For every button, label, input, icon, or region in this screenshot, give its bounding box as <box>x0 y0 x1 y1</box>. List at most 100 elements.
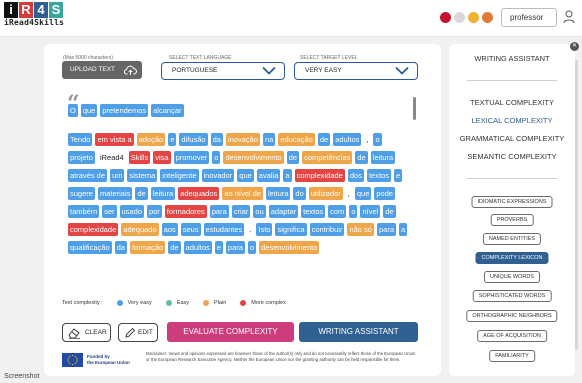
text-word[interactable]: adoção <box>136 133 166 146</box>
text-word[interactable]: promover <box>173 151 210 164</box>
text-word[interactable]: de <box>135 187 148 200</box>
text-word[interactable]: criar <box>231 205 251 218</box>
feature-familiarity[interactable]: FAMILIARITY <box>489 350 535 362</box>
text-word[interactable]: o <box>349 205 358 218</box>
flag-icon[interactable] <box>482 12 493 23</box>
text-word[interactable]: para <box>225 241 245 254</box>
text-word[interactable]: adequado <box>121 223 159 236</box>
text-word[interactable]: para <box>376 223 396 236</box>
text-word[interactable]: formação <box>129 241 166 254</box>
text-word[interactable]: de <box>317 133 331 146</box>
text-word[interactable]: da <box>114 241 127 254</box>
iread4skills-logo[interactable]: i R 4 S iRead4Skills <box>4 2 64 27</box>
text-word[interactable]: a <box>399 223 408 236</box>
edit-button[interactable]: EDIT <box>118 323 158 342</box>
text-word[interactable]: o <box>212 151 221 164</box>
text-word[interactable]: aos <box>161 223 178 236</box>
writing-assistant-button[interactable]: WRITING ASSISTANT <box>299 322 418 342</box>
text-word[interactable]: nível <box>360 205 381 218</box>
text-word[interactable]: e <box>393 169 403 182</box>
text-word[interactable]: na <box>262 133 276 146</box>
text-word[interactable]: seus <box>180 223 201 236</box>
text-word[interactable]: ser <box>102 205 117 218</box>
text-word[interactable]: projeto <box>68 151 95 164</box>
text-word[interactable]: de <box>168 241 181 254</box>
text-word[interactable]: contribuir <box>309 223 345 236</box>
text-word[interactable]: com <box>328 205 347 218</box>
evaluate-complexity-button[interactable]: EVALUATE COMPLEXITY <box>167 322 294 342</box>
feature-age-of-acquisition[interactable]: AGE OF ACQUISITION <box>477 330 547 342</box>
text-scrollbar[interactable] <box>413 97 416 120</box>
text-word[interactable]: . <box>247 223 253 236</box>
text-word[interactable]: qualificação <box>68 241 112 254</box>
analyzed-text[interactable]: Oque pretendemos alcançar Tendo em vista a ad… <box>68 104 408 284</box>
text-word[interactable]: pode <box>374 187 396 200</box>
text-word[interactable]: textos <box>366 169 391 182</box>
text-word[interactable]: adaptar <box>268 205 299 218</box>
text-word[interactable]: estudantes <box>203 223 245 236</box>
text-word[interactable]: educação <box>278 133 315 146</box>
text-word[interactable]: a <box>283 169 292 182</box>
flag-icon[interactable] <box>454 12 465 23</box>
text-word[interactable]: materiais <box>97 187 133 200</box>
user-icon[interactable] <box>563 10 575 24</box>
text-word[interactable]: por <box>146 205 162 218</box>
text-word[interactable]: ou <box>253 205 266 218</box>
text-word[interactable]: também <box>68 205 100 218</box>
category-semantic-complexity[interactable]: SEMANTIC COMPLEXITY <box>449 152 575 161</box>
text-word[interactable]: um <box>110 169 125 182</box>
text-word[interactable]: o <box>373 133 382 146</box>
clear-button[interactable]: CLEAR <box>62 323 111 342</box>
text-word[interactable]: pretendemos <box>100 104 149 117</box>
flag-uk-icon[interactable] <box>440 12 451 23</box>
category-grammatical-complexity[interactable]: GRAMMATICAL COMPLEXITY <box>449 134 575 143</box>
text-word[interactable]: e <box>214 241 223 254</box>
text-word[interactable]: sugere <box>68 187 95 200</box>
text-word[interactable]: O <box>68 104 78 117</box>
text-word[interactable]: adultos <box>333 133 362 146</box>
text-word[interactable]: formadores <box>164 205 207 218</box>
text-word[interactable]: da <box>210 133 223 146</box>
text-word[interactable]: desenvolvimento <box>259 241 320 254</box>
flag-icon[interactable] <box>468 12 479 23</box>
text-word[interactable]: iRead4 <box>98 151 126 164</box>
feature-unique-words[interactable]: UNIQUE WORDS <box>484 271 540 283</box>
text-word[interactable]: através de <box>68 169 108 182</box>
text-word[interactable]: significa <box>275 223 307 236</box>
text-word[interactable]: leitura <box>265 187 291 200</box>
text-word[interactable]: para <box>209 205 229 218</box>
feature-sophisticated-words[interactable]: SOPHISTICATED WORDS <box>472 290 552 302</box>
text-word[interactable]: competências <box>302 151 353 164</box>
text-word[interactable]: utilizador <box>308 187 343 200</box>
text-word[interactable]: , <box>346 187 352 200</box>
text-word[interactable]: em vista a <box>95 133 134 146</box>
feature-proverbs[interactable]: PROVERBS <box>490 214 534 226</box>
text-word[interactable]: de <box>286 151 300 164</box>
text-word[interactable]: de <box>383 205 396 218</box>
text-word[interactable]: inteligente <box>160 169 199 182</box>
text-word[interactable]: o <box>247 241 257 254</box>
text-word[interactable]: que <box>80 104 98 117</box>
text-word[interactable]: leitura <box>370 151 396 164</box>
category-lexical-complexity[interactable]: LEXICAL COMPLEXITY <box>449 116 575 125</box>
text-word[interactable]: Skills <box>128 151 151 164</box>
text-word[interactable]: desenvolvimento <box>223 151 284 164</box>
feature-complexity-lexicon[interactable]: COMPLEXITY LEXICON <box>475 252 549 264</box>
panel-scrollbar[interactable] <box>575 60 578 350</box>
text-word[interactable]: e <box>168 133 177 146</box>
text-word[interactable]: alcançar <box>151 104 184 117</box>
text-word[interactable]: complexidade <box>68 223 119 236</box>
close-icon[interactable]: × <box>570 42 579 51</box>
text-word[interactable]: leitura <box>150 187 176 200</box>
text-word[interactable]: complexidade <box>294 169 345 182</box>
user-name-box[interactable]: professor <box>501 8 557 27</box>
text-word[interactable]: adequados <box>178 187 220 200</box>
text-word[interactable]: avalia <box>256 169 281 182</box>
text-word[interactable]: do <box>293 187 306 200</box>
text-word[interactable]: não só <box>347 223 374 236</box>
feature-named-entities[interactable]: NAMED ENTITIES <box>482 233 542 245</box>
text-word[interactable]: de <box>355 151 368 164</box>
upload-text-button[interactable]: UPLOAD TEXT <box>62 61 142 79</box>
text-word[interactable]: textos <box>301 205 326 218</box>
text-word[interactable]: usado <box>119 205 144 218</box>
